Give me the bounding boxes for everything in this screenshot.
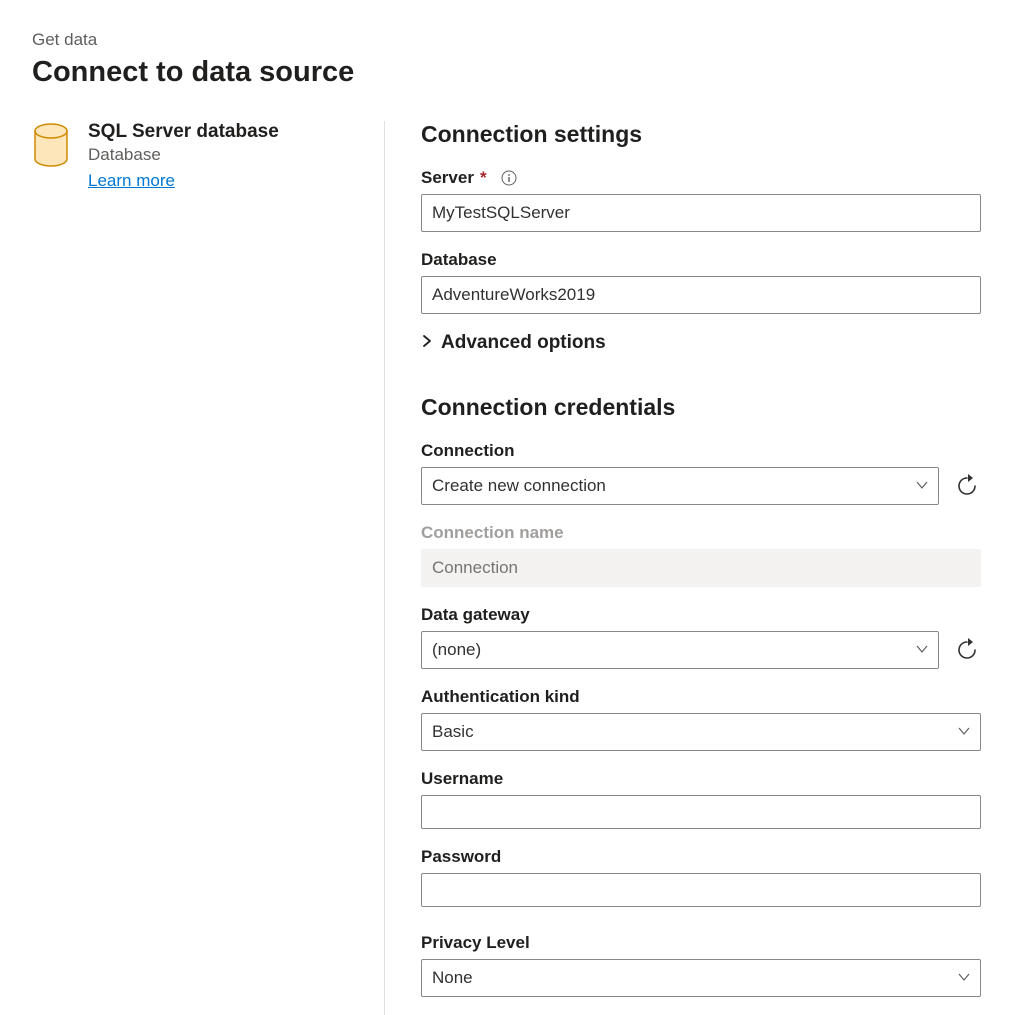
privacy-label: Privacy Level [421, 933, 981, 953]
refresh-gateway-button[interactable] [953, 631, 981, 669]
database-icon [32, 121, 70, 172]
section-connection-credentials: Connection credentials [421, 394, 981, 421]
username-label: Username [421, 769, 981, 789]
advanced-options-toggle[interactable]: Advanced options [421, 332, 981, 354]
connection-name-label: Connection name [421, 523, 981, 543]
username-input[interactable] [421, 795, 981, 829]
auth-kind-label: Authentication kind [421, 687, 981, 707]
gateway-label: Data gateway [421, 605, 939, 625]
privacy-select[interactable]: None [421, 959, 981, 997]
source-category: Database [88, 145, 356, 165]
source-info-panel: SQL Server database Database Learn more [32, 121, 384, 1015]
password-input[interactable] [421, 873, 981, 907]
database-input[interactable] [421, 276, 981, 314]
connection-label: Connection [421, 441, 939, 461]
refresh-icon [955, 638, 979, 662]
password-label: Password [421, 847, 981, 867]
section-connection-settings: Connection settings [421, 121, 981, 148]
connection-name-input [421, 549, 981, 587]
connection-select[interactable]: Create new connection [421, 467, 939, 505]
refresh-icon [955, 474, 979, 498]
database-label: Database [421, 250, 981, 270]
breadcrumb: Get data [32, 30, 985, 50]
page-title: Connect to data source [32, 56, 985, 89]
required-indicator: * [480, 168, 487, 188]
source-name: SQL Server database [88, 121, 356, 143]
refresh-connection-button[interactable] [953, 467, 981, 505]
chevron-right-icon [421, 332, 433, 354]
gateway-select[interactable]: (none) [421, 631, 939, 669]
server-label: Server * [421, 168, 981, 188]
learn-more-link[interactable]: Learn more [88, 171, 175, 190]
server-input[interactable] [421, 194, 981, 232]
auth-kind-select[interactable]: Basic [421, 713, 981, 751]
info-icon[interactable] [501, 170, 517, 186]
